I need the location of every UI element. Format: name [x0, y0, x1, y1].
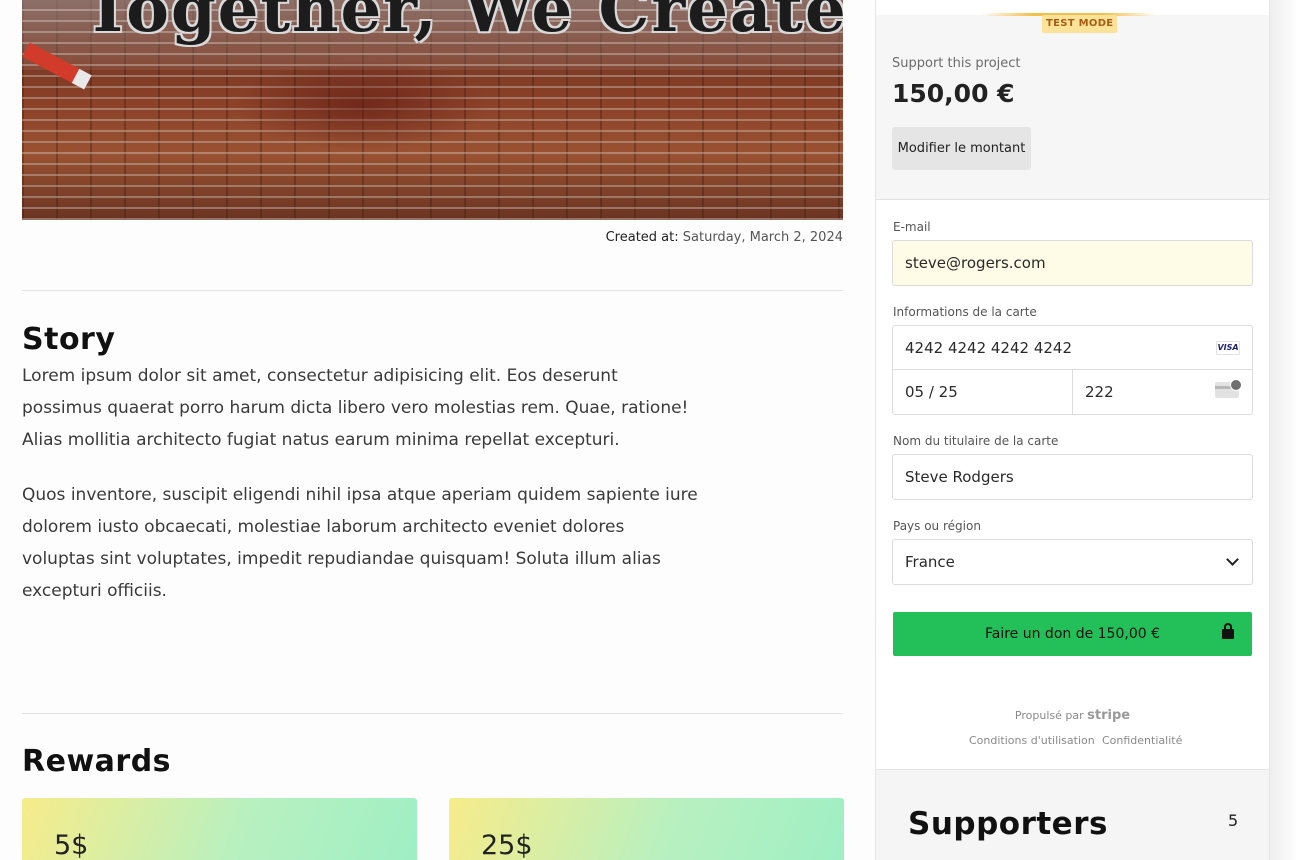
cardholder-label: Nom du titulaire de la carte [893, 434, 1059, 448]
country-value: France [905, 553, 955, 571]
story-paragraph: Lorem ipsum dolor sit amet, consectetur … [22, 366, 689, 450]
card-number-value: 4242 4242 4242 4242 [905, 339, 1072, 357]
checkout-summary: Support this project 150,00 € Modifier l… [876, 15, 1269, 200]
cvc-card-icon [1215, 379, 1242, 398]
sidebar-shadow [1270, 0, 1296, 860]
powered-by-stripe[interactable]: Propulsé par stripe [876, 708, 1269, 723]
story-title: Story [22, 322, 116, 357]
hero-mural-text: Together, We Create! [84, 0, 843, 47]
reward-amount: 25$ [481, 830, 533, 860]
donate-button-label: Faire un don de 150,00 € [984, 626, 1160, 642]
checkout-sidebar: Support this project 150,00 € Modifier l… [875, 0, 1270, 860]
divider [22, 713, 843, 714]
country-select[interactable]: France [892, 539, 1253, 585]
story-paragraph: Quos inventore, suscipit eligendi nihil … [22, 485, 698, 601]
terms-link[interactable]: Conditions d'utilisation [969, 734, 1095, 747]
card-info-group: 4242 4242 4242 4242 VISA 05 / 25 222 [892, 325, 1253, 415]
stripe-logo: stripe [1087, 708, 1131, 723]
hero-stain [232, 60, 492, 150]
created-at-value: Saturday, March 2, 2024 [682, 230, 843, 245]
reward-card[interactable]: 25$ [449, 798, 844, 860]
card-expiry-field[interactable]: 05 / 25 [893, 370, 1073, 414]
email-field[interactable]: steve@rogers.com [892, 240, 1253, 286]
reward-card[interactable]: 5$ [22, 798, 417, 860]
privacy-link[interactable]: Confidentialité [1102, 734, 1182, 747]
reward-amount: 5$ [54, 830, 89, 860]
supporters-count: 5 [1228, 811, 1239, 830]
modify-amount-button[interactable]: Modifier le montant [892, 127, 1031, 170]
supporters-title: Supporters [908, 806, 1108, 842]
chevron-down-icon [1226, 553, 1239, 566]
email-label: E-mail [893, 220, 931, 234]
support-label: Support this project [892, 56, 1021, 71]
powered-by-label: Propulsé par [1014, 709, 1084, 722]
card-cvc-value: 222 [1085, 383, 1114, 401]
divider [22, 290, 843, 291]
card-info-label: Informations de la carte [893, 305, 1037, 319]
donate-button[interactable]: Faire un don de 150,00 € [893, 612, 1252, 656]
visa-icon: VISA [1216, 341, 1240, 355]
supporters-card: Supporters 5 [876, 769, 1269, 860]
created-at: Created at: Saturday, March 2, 2024 [22, 230, 843, 245]
rewards-title: Rewards [22, 744, 172, 779]
project-cover-image: Together, We Create! [22, 0, 843, 220]
support-amount: 150,00 € [892, 79, 1015, 108]
created-at-label: Created at: [605, 230, 679, 245]
card-cvc-field[interactable]: 222 [1073, 370, 1252, 414]
lock-icon [1222, 623, 1234, 639]
cardholder-field[interactable]: Steve Rodgers [892, 454, 1253, 500]
country-label: Pays ou région [893, 519, 981, 533]
card-number-field[interactable]: 4242 4242 4242 4242 VISA [893, 326, 1252, 370]
test-mode-badge: TEST MODE [1042, 15, 1118, 33]
